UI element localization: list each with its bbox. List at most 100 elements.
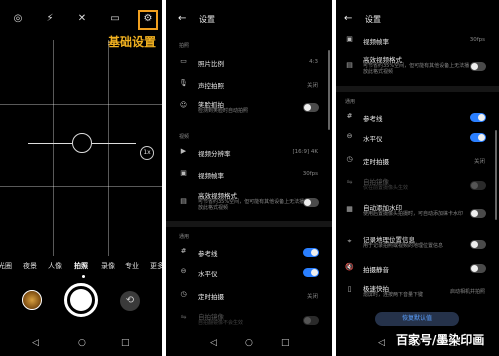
section-divider — [166, 221, 332, 227]
video-resolution-row[interactable]: ▶ 视频分辨率 [16:9] 4K — [166, 145, 332, 163]
home-nav-icon[interactable]: ○ — [245, 338, 253, 348]
aspect-ratio-row[interactable]: ▭ 照片比例 4:3 — [166, 55, 332, 73]
timer-row[interactable]: ◷ 定时拍摄 关闭 — [166, 288, 332, 304]
grid-toggle[interactable] — [303, 248, 319, 257]
level-row[interactable]: ⊖ 水平仪 — [336, 130, 499, 146]
mode-more[interactable]: 更多 — [150, 261, 162, 271]
shutter-button[interactable] — [64, 283, 98, 317]
recents-nav-icon[interactable]: □ — [121, 338, 130, 348]
switch-camera-icon[interactable]: ⟲ — [120, 291, 140, 311]
back-arrow-icon[interactable]: ← — [178, 13, 186, 24]
location-toggle[interactable] — [470, 240, 486, 249]
back-nav-icon[interactable]: ◁ — [378, 338, 385, 348]
video-format-icon: ▤ — [346, 61, 353, 69]
auto-watermark-toggle[interactable] — [470, 209, 486, 218]
efficient-format-row[interactable]: ▤ 高效视频格式 可节省约35%空间，但可能有其他设备上无法播放此格式视频 — [336, 53, 499, 81]
mute-row[interactable]: 🔇 拍摄静音 — [336, 261, 499, 277]
flash-off-icon[interactable]: ⚡ — [44, 13, 56, 25]
level-line-left — [28, 143, 72, 144]
level-row[interactable]: ⊖ 水平仪 — [166, 265, 332, 281]
section-video: 视频 — [179, 134, 190, 140]
camera-viewfinder: ◎ ⚡ ✕ ▭ ⚙ 基础设置 1x 光圈 夜景 人像 拍照 录像 专业 更多 ⟲… — [0, 0, 162, 356]
grid-icon: # — [180, 247, 187, 255]
level-icon: ⊖ — [346, 132, 353, 140]
microphone-icon: 🎙 — [179, 79, 188, 87]
aperture-icon[interactable]: ◎ — [12, 13, 24, 25]
mirror-row: ⇋ 自拍镜像 仅在前置摄像头生效 — [336, 175, 499, 197]
mute-toggle[interactable] — [470, 264, 486, 273]
video-fps-icon: ▣ — [180, 169, 187, 177]
level-toggle[interactable] — [470, 133, 486, 142]
grid-line-h2 — [0, 186, 162, 187]
timer-row[interactable]: ◷ 定时拍摄 关闭 — [336, 153, 499, 169]
settings-highlight-box — [138, 10, 158, 30]
settings-screen-1: ← 设置 拍照 ▭ 照片比例 4:3 🎙 声控拍照 关闭 ☺ 笑脸抓拍 检测到笑… — [166, 0, 332, 356]
grid-line-h1 — [0, 104, 162, 105]
level-line-right — [92, 143, 136, 144]
efficient-format-toggle[interactable] — [470, 62, 486, 71]
page-title: 设置 — [199, 15, 215, 24]
settings-header: ← 设置 — [336, 13, 499, 28]
settings-screen-2: ← 设置 ▣ 视频帧率 30fps ▤ 高效视频格式 可节省约35%空间，但可能… — [336, 0, 499, 356]
section-divider — [336, 86, 499, 92]
home-nav-icon[interactable]: ○ — [78, 338, 86, 348]
mirror-row: ⇋ 自拍镜像 自拍翻镜像不会生效 — [166, 310, 332, 332]
grid-row[interactable]: # 参考线 — [336, 110, 499, 126]
mode-video[interactable]: 录像 — [101, 261, 115, 271]
back-nav-icon[interactable]: ◁ — [32, 338, 39, 348]
efficient-format-toggle[interactable] — [303, 198, 319, 207]
auto-watermark-row[interactable]: ▦ 自动添加水印 使用后置摄像头拍摄时，可自动添加徕卡水印 — [336, 201, 499, 227]
mirror-toggle — [303, 316, 319, 325]
section-photo: 拍照 — [179, 43, 190, 49]
scrollbar[interactable] — [328, 50, 330, 130]
level-toggle[interactable] — [303, 268, 319, 277]
settings-header: ← 设置 — [166, 13, 332, 28]
efficient-format-row[interactable]: ▤ 高效视频格式 可节省约35%空间，但可能有其他设备上无法播放此格式视频 — [166, 189, 332, 217]
back-arrow-icon[interactable]: ← — [344, 13, 352, 24]
level-icon: ⊖ — [180, 267, 187, 275]
quick-snap-row[interactable]: ▯ 极速快拍 熄屏时，连按两下音量下键 启动相机并拍照 — [336, 282, 499, 304]
level-indicator — [72, 133, 92, 153]
grid-row[interactable]: # 参考线 — [166, 245, 332, 261]
mode-portrait[interactable]: 人像 — [48, 261, 62, 271]
scrollbar[interactable] — [495, 130, 497, 220]
video-fps-icon: ▣ — [346, 35, 353, 43]
mirror-toggle — [470, 181, 486, 190]
mode-night[interactable]: 夜景 — [23, 261, 37, 271]
grid-line-v2 — [108, 40, 109, 256]
smile-capture-row[interactable]: ☺ 笑脸抓拍 检测到笑脸时自动拍照 — [166, 98, 332, 122]
timer-icon: ◷ — [180, 290, 187, 298]
video-resolution-icon: ▶ — [180, 147, 187, 155]
source-watermark: 百家号/墨染印画 — [396, 333, 485, 347]
grid-toggle[interactable] — [470, 113, 486, 122]
gallery-thumbnail[interactable] — [22, 290, 42, 310]
recents-nav-icon[interactable]: □ — [281, 338, 290, 348]
smile-capture-toggle[interactable] — [303, 103, 319, 112]
quick-snap-icon: ▯ — [347, 285, 352, 293]
mirror-icon: ⇋ — [180, 313, 187, 321]
voice-capture-row[interactable]: 🎙 声控拍照 关闭 — [166, 77, 332, 95]
smile-icon: ☺ — [179, 101, 188, 109]
reset-defaults-button[interactable]: 恢复默认值 — [375, 312, 459, 326]
section-general: 通用 — [345, 99, 356, 105]
grid-line-v1 — [53, 40, 54, 256]
aspect-ratio-icon: ▭ — [180, 57, 187, 65]
active-mode-dot — [82, 275, 85, 278]
mirror-icon: ⇋ — [346, 178, 353, 186]
mute-icon: 🔇 — [345, 263, 354, 271]
watermark-icon: ▦ — [346, 205, 353, 213]
ai-off-icon[interactable]: ✕ — [76, 13, 88, 25]
grid-icon: # — [346, 112, 353, 120]
aspect-ratio-icon[interactable]: ▭ — [109, 13, 121, 25]
basic-settings-callout: 基础设置 — [108, 35, 157, 49]
mode-aperture[interactable]: 光圈 — [0, 261, 12, 271]
mode-photo[interactable]: 拍照 — [74, 261, 88, 271]
back-nav-icon[interactable]: ◁ — [210, 338, 217, 348]
camera-mode-strip: 光圈 夜景 人像 拍照 录像 专业 更多 — [0, 261, 162, 273]
location-row[interactable]: ⌖ 记录地理位置信息 用于记录拍照或视频的地理位置信息 — [336, 233, 499, 259]
video-fps-row[interactable]: ▣ 视频帧率 30fps — [336, 33, 499, 49]
mode-pro[interactable]: 专业 — [125, 261, 139, 271]
video-fps-row[interactable]: ▣ 视频帧率 30fps — [166, 167, 332, 185]
system-nav-bar: ◁ ○ □ — [166, 332, 332, 356]
zoom-button[interactable]: 1x — [140, 146, 154, 160]
